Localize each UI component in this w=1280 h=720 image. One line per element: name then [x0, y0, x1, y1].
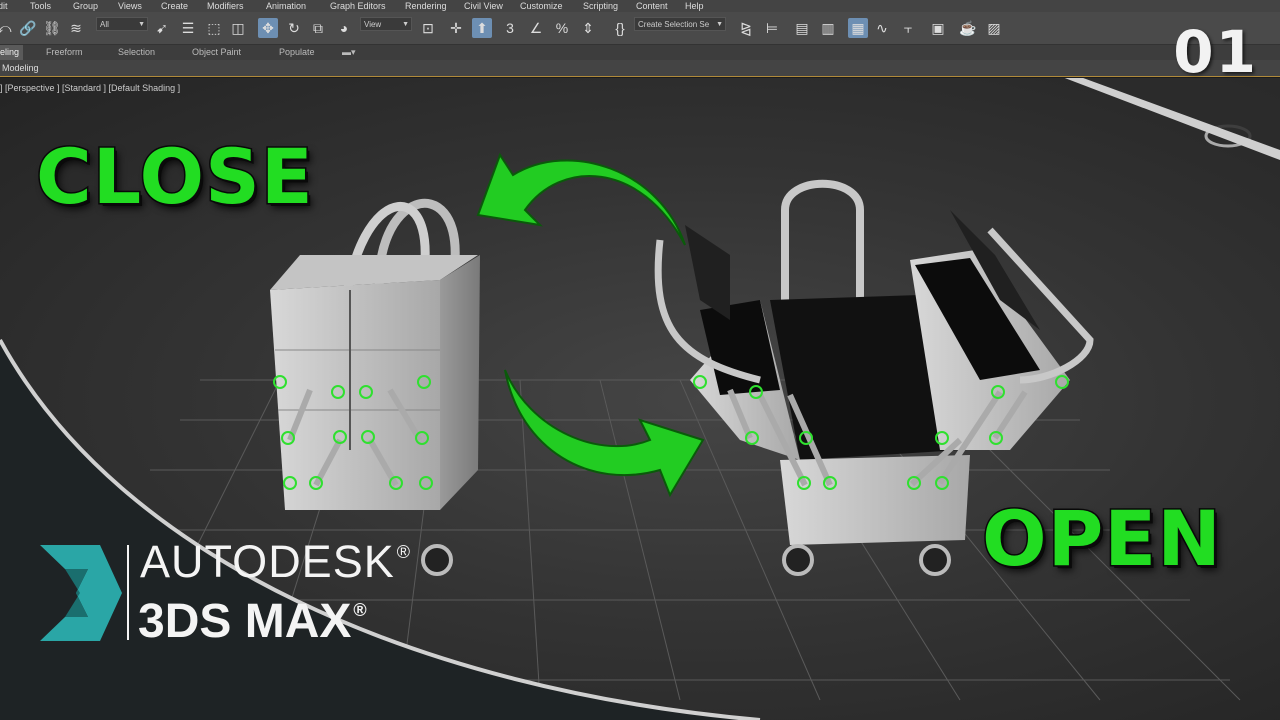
brand-line2: 3DS MAX	[138, 595, 352, 648]
ribbon-panel-label[interactable]: Modeling	[2, 60, 39, 76]
move-icon[interactable]: ✥	[258, 18, 278, 38]
tab-object-paint[interactable]: Object Paint	[192, 45, 241, 60]
menu-create[interactable]: Create	[161, 0, 188, 12]
menu-animation[interactable]: Animation	[266, 0, 306, 12]
menu-civil-view[interactable]: Civil View	[464, 0, 503, 12]
brand-3ds-max: 3DS MAX ®	[138, 594, 367, 649]
corner-band-top	[1083, 78, 1280, 150]
select-object-icon[interactable]: ➹	[152, 18, 172, 38]
close-arrow	[476, 152, 686, 246]
named-selection-set-dropdown[interactable]: Create Selection Se ▼	[634, 17, 726, 31]
edit-named-sets-icon[interactable]: {}	[610, 18, 630, 38]
tab-populate[interactable]: Populate	[279, 45, 315, 60]
chevron-down-icon: ▼	[716, 21, 723, 28]
registered-mark: ®	[396, 542, 411, 562]
angle-snap-icon[interactable]: ∠	[526, 18, 546, 38]
menu-scripting[interactable]: Scripting	[583, 0, 618, 12]
menu-bar: dit Tools Group Views Create Modifiers A…	[0, 0, 1280, 12]
material-editor-icon[interactable]: ☕	[958, 18, 978, 38]
rect-selection-icon[interactable]: ⬚	[204, 18, 224, 38]
reference-coord-value: View	[364, 20, 382, 29]
menu-content[interactable]: Content	[636, 0, 668, 12]
selection-filter-dropdown[interactable]: All ▼	[96, 17, 148, 31]
registered-mark: ®	[353, 600, 367, 620]
ribbon-options-icon[interactable]: ▬▾	[342, 45, 356, 60]
pivot-icon[interactable]: ⊡	[418, 18, 438, 38]
percent-snap-icon[interactable]: %	[552, 18, 572, 38]
menu-modifiers[interactable]: Modifiers	[207, 0, 244, 12]
scale-icon[interactable]: ⧉	[308, 18, 328, 38]
chevron-down-icon: ▼	[138, 21, 145, 28]
ribbon-panel: Modeling	[0, 60, 1280, 77]
menu-tools[interactable]: Tools	[30, 0, 51, 12]
open-arrow	[504, 369, 705, 498]
select-by-name-icon[interactable]: ☰	[178, 18, 198, 38]
brand-autodesk: AUTODESK ®	[140, 536, 411, 588]
mirror-icon[interactable]: ⧎	[736, 18, 756, 38]
main-toolbar: ⤺ 🔗 ⛓ ≋ All ▼ ➹ ☰ ⬚ ◫ ✥ ↻ ⧉ ◕ View ▼ ⊡ ✛ ⬆…	[0, 12, 1280, 45]
window-crossing-icon[interactable]: ◫	[228, 18, 248, 38]
menu-graph-editors[interactable]: Graph Editors	[330, 0, 386, 12]
render-setup-icon[interactable]: ▨	[984, 18, 1004, 38]
keyboard-shortcut-toggle-icon[interactable]: ⬆	[472, 18, 492, 38]
scene-explorer-icon[interactable]: ▦	[848, 18, 868, 38]
menu-customize[interactable]: Customize	[520, 0, 563, 12]
snap-3d-icon[interactable]: 3	[500, 18, 520, 38]
select-manipulate-icon[interactable]: ✛	[446, 18, 466, 38]
align-icon[interactable]: ⊨	[762, 18, 782, 38]
open-label: OPEN	[981, 493, 1223, 585]
ribbon-toggle-icon[interactable]: ▥	[818, 18, 838, 38]
link-icon[interactable]: 🔗	[18, 18, 38, 38]
schematic-view-icon[interactable]: ▣	[928, 18, 948, 38]
menu-edit[interactable]: dit	[0, 0, 8, 12]
episode-number: 01	[1173, 18, 1258, 86]
spinner-snap-icon[interactable]: ⇕	[578, 18, 598, 38]
layer-manager-icon[interactable]: ▤	[792, 18, 812, 38]
menu-rendering[interactable]: Rendering	[405, 0, 447, 12]
rotate-icon[interactable]: ↻	[284, 18, 304, 38]
menu-help[interactable]: Help	[685, 0, 704, 12]
place-icon[interactable]: ◕	[334, 18, 354, 38]
selection-filter-value: All	[100, 20, 109, 29]
chevron-down-icon: ▼	[402, 21, 409, 28]
undo-icon[interactable]: ⤺	[0, 18, 14, 38]
close-label: CLOSE	[35, 131, 315, 223]
menu-views[interactable]: Views	[118, 0, 142, 12]
tab-selection[interactable]: Selection	[118, 45, 155, 60]
tab-modeling[interactable]: eling	[0, 45, 24, 60]
ribbon-tabs: eling Freeform Selection Object Paint Po…	[0, 45, 1280, 60]
bind-space-warp-icon[interactable]: ≋	[66, 18, 86, 38]
closed-toolbox-model	[270, 198, 480, 576]
reference-coord-dropdown[interactable]: View ▼	[360, 17, 412, 31]
unlink-icon[interactable]: ⛓	[42, 18, 62, 38]
dope-sheet-icon[interactable]: ⫟	[898, 18, 918, 38]
curve-editor-icon[interactable]: ∿	[872, 18, 892, 38]
viewport-label[interactable]: ] [Perspective ] [Standard ] [Default Sh…	[0, 83, 180, 93]
brand-line1: AUTODESK	[140, 536, 395, 587]
menu-group[interactable]: Group	[73, 0, 98, 12]
tab-freeform[interactable]: Freeform	[46, 45, 83, 60]
named-selection-set-value: Create Selection Se	[638, 20, 710, 29]
